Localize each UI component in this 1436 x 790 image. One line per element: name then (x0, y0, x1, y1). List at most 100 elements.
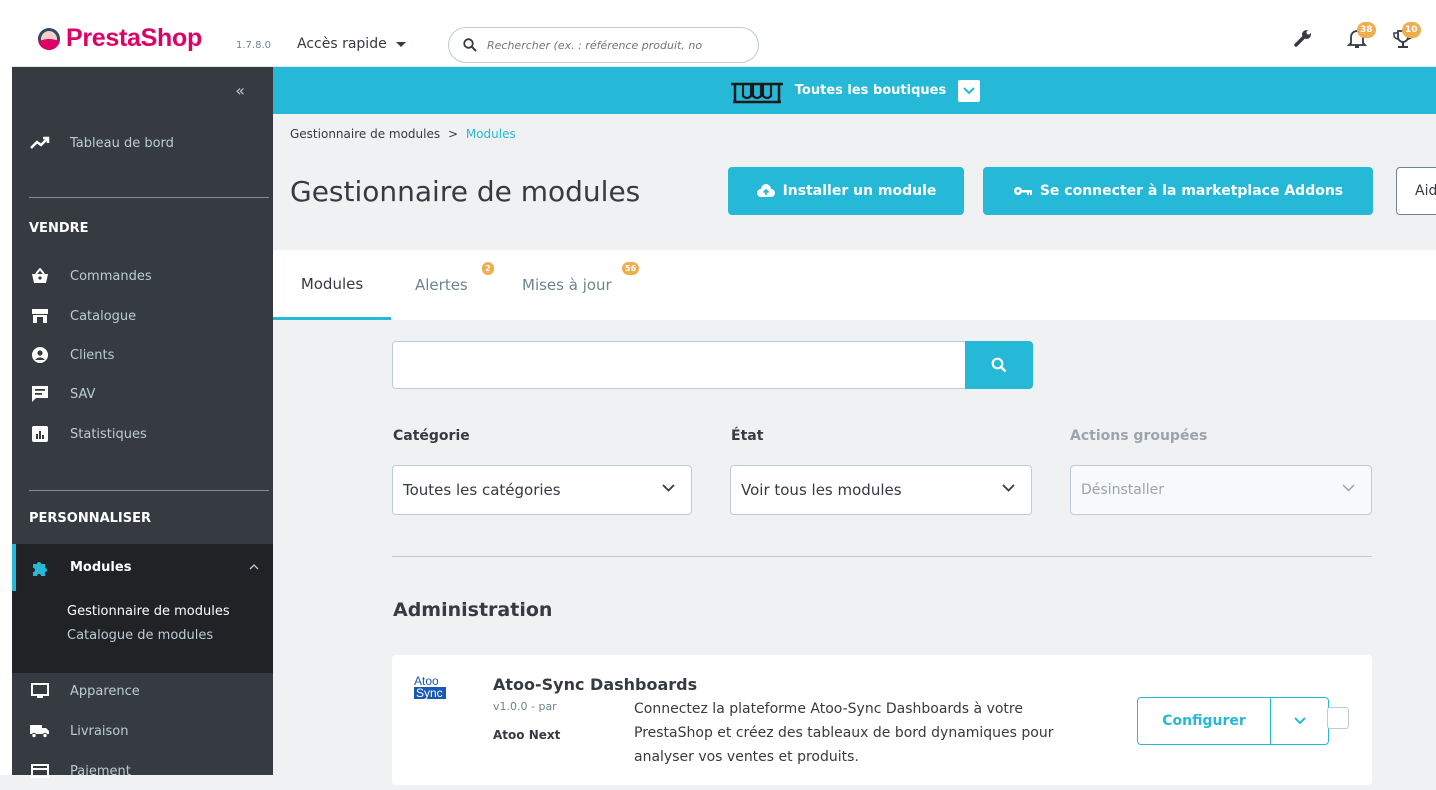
module-name: Atoo-Sync Dashboards (493, 675, 698, 694)
connect-marketplace-label: Se connecter à la marketplace Addons (1039, 183, 1344, 199)
help-label: Aide (1415, 183, 1436, 199)
logo-text: PrestaShop (66, 24, 202, 52)
tab-label: Mises à jour (522, 276, 612, 294)
version-label: 1.7.8.0 (236, 40, 271, 51)
category-section-title: Administration (393, 599, 553, 621)
state-select[interactable]: Voir tous les modules (730, 465, 1032, 515)
page-title: Gestionnaire de modules (290, 175, 641, 208)
state-value: Voir tous les modules (741, 481, 902, 499)
caret-down-icon (395, 41, 406, 47)
tab-modules[interactable]: Modules (273, 250, 391, 320)
install-module-button[interactable]: Installer un module (728, 167, 964, 215)
truck-icon (29, 720, 51, 742)
sidebar-item-appearance[interactable]: Apparence (12, 672, 273, 710)
wrench-icon[interactable] (1293, 28, 1313, 52)
module-version: v1.0.0 - par (493, 700, 557, 713)
tab-alerts[interactable]: Alertes (415, 250, 468, 320)
tab-updates[interactable]: Mises à jour (522, 250, 612, 320)
shop-context-label: Toutes les boutiques (794, 83, 947, 98)
shop-storefront-icon (730, 82, 783, 103)
chevron-down-icon (1294, 717, 1306, 725)
module-card: Atoo Sync Atoo-Sync Dashboards v1.0.0 - … (392, 655, 1372, 785)
connect-marketplace-button[interactable]: Se connecter à la marketplace Addons (983, 167, 1373, 215)
module-search-input[interactable] (393, 342, 965, 388)
quick-access-label: Accès rapide (297, 36, 387, 52)
sidebar-divider (29, 197, 269, 198)
trophy-badge: 10 (1402, 22, 1421, 38)
header-search[interactable] (448, 27, 759, 63)
category-label: Catégorie (393, 428, 470, 444)
module-description: Connectez la plateforme Atoo-Sync Dashbo… (634, 701, 1054, 765)
tab-label: Modules (300, 274, 364, 293)
chevron-down-icon (1342, 484, 1355, 492)
monitor-icon (29, 680, 51, 702)
sidebar-item-label: Commandes (70, 268, 152, 284)
module-logo-text: Sync (414, 687, 446, 699)
sidebar-item-label: SAV (70, 386, 96, 402)
filters-divider (392, 556, 1372, 557)
sidebar-item-orders[interactable]: Commandes (12, 257, 273, 295)
collapse-sidebar-icon[interactable]: « (235, 81, 245, 100)
search-icon (463, 38, 477, 52)
sidebar-item-label: Statistiques (70, 426, 147, 442)
updates-badge: 56 (622, 262, 640, 275)
tab-label: Alertes (415, 276, 468, 294)
credit-card-icon (29, 760, 51, 782)
sidebar: « Tableau de bord VENDRE Commandes Catal… (12, 67, 273, 779)
submenu-module-manager[interactable]: Gestionnaire de modules (67, 604, 230, 619)
bulk-actions-value: Désinstaller (1081, 482, 1164, 498)
top-header: PrestaShop 1.7.8.0 Accès rapide 38 10 (0, 0, 1436, 67)
breadcrumb-current[interactable]: Modules (466, 127, 516, 141)
module-search-field[interactable] (392, 341, 966, 389)
help-button[interactable]: Aide (1396, 167, 1436, 215)
modules-submenu: Gestionnaire de modules Catalogue de mod… (12, 591, 273, 673)
chevron-up-icon (249, 564, 259, 570)
chevron-down-icon (1002, 484, 1015, 492)
breadcrumb-separator: > (447, 127, 459, 141)
cloud-upload-icon (756, 184, 775, 197)
sidebar-divider (29, 490, 269, 491)
store-icon (29, 305, 51, 327)
sidebar-item-label: Clients (70, 347, 115, 363)
search-icon (991, 357, 1007, 373)
prestashop-logo-icon (38, 27, 60, 50)
alerts-badge: 2 (482, 262, 494, 275)
sidebar-item-label: Paiement (70, 763, 131, 779)
key-icon (1013, 187, 1032, 195)
bulk-actions-label: Actions groupées (1070, 428, 1208, 444)
configure-label: Configurer (1162, 713, 1246, 729)
state-label: État (731, 428, 764, 444)
module-search-button[interactable] (965, 341, 1033, 389)
shop-context-bar: Toutes les boutiques (273, 67, 1436, 114)
submenu-module-catalog[interactable]: Catalogue de modules (67, 628, 213, 643)
chevron-down-icon (963, 86, 975, 94)
prestashop-logo[interactable]: PrestaShop (38, 24, 202, 53)
bulk-actions-select: Désinstaller (1070, 465, 1372, 515)
module-logo: Atoo Sync (414, 675, 446, 699)
quick-access-dropdown[interactable]: Accès rapide (297, 36, 406, 52)
sidebar-item-customers[interactable]: Clients (12, 336, 273, 374)
window-edge (0, 0, 12, 775)
puzzle-icon (29, 557, 51, 579)
sidebar-section-sell: VENDRE (29, 221, 89, 236)
category-select[interactable]: Toutes les catégories (392, 465, 692, 515)
category-value: Toutes les catégories (403, 481, 561, 499)
module-configure-group: Configurer (1137, 697, 1329, 745)
sidebar-item-shipping[interactable]: Livraison (12, 712, 273, 750)
configure-button[interactable]: Configurer (1138, 698, 1270, 744)
module-actions-dropdown[interactable] (1271, 698, 1329, 744)
sidebar-item-modules[interactable]: Modules (12, 544, 273, 591)
sidebar-item-support[interactable]: SAV (12, 375, 273, 413)
sidebar-item-stats[interactable]: Statistiques (12, 415, 273, 453)
shopping-basket-icon (29, 265, 51, 287)
sidebar-item-catalog[interactable]: Catalogue (12, 297, 273, 335)
breadcrumb-parent[interactable]: Gestionnaire de modules (290, 127, 440, 141)
header-search-input[interactable] (485, 37, 745, 53)
tabs-bar: Modules Alertes 2 Mises à jour 56 (273, 250, 1436, 320)
notifications-badge: 38 (1357, 22, 1376, 38)
shop-context-dropdown[interactable] (958, 79, 981, 102)
sidebar-item-dashboard[interactable]: Tableau de bord (12, 124, 273, 162)
sidebar-item-payment[interactable]: Paiement (12, 752, 273, 790)
module-author: Atoo Next (493, 728, 561, 742)
module-select-checkbox[interactable] (1327, 707, 1349, 729)
